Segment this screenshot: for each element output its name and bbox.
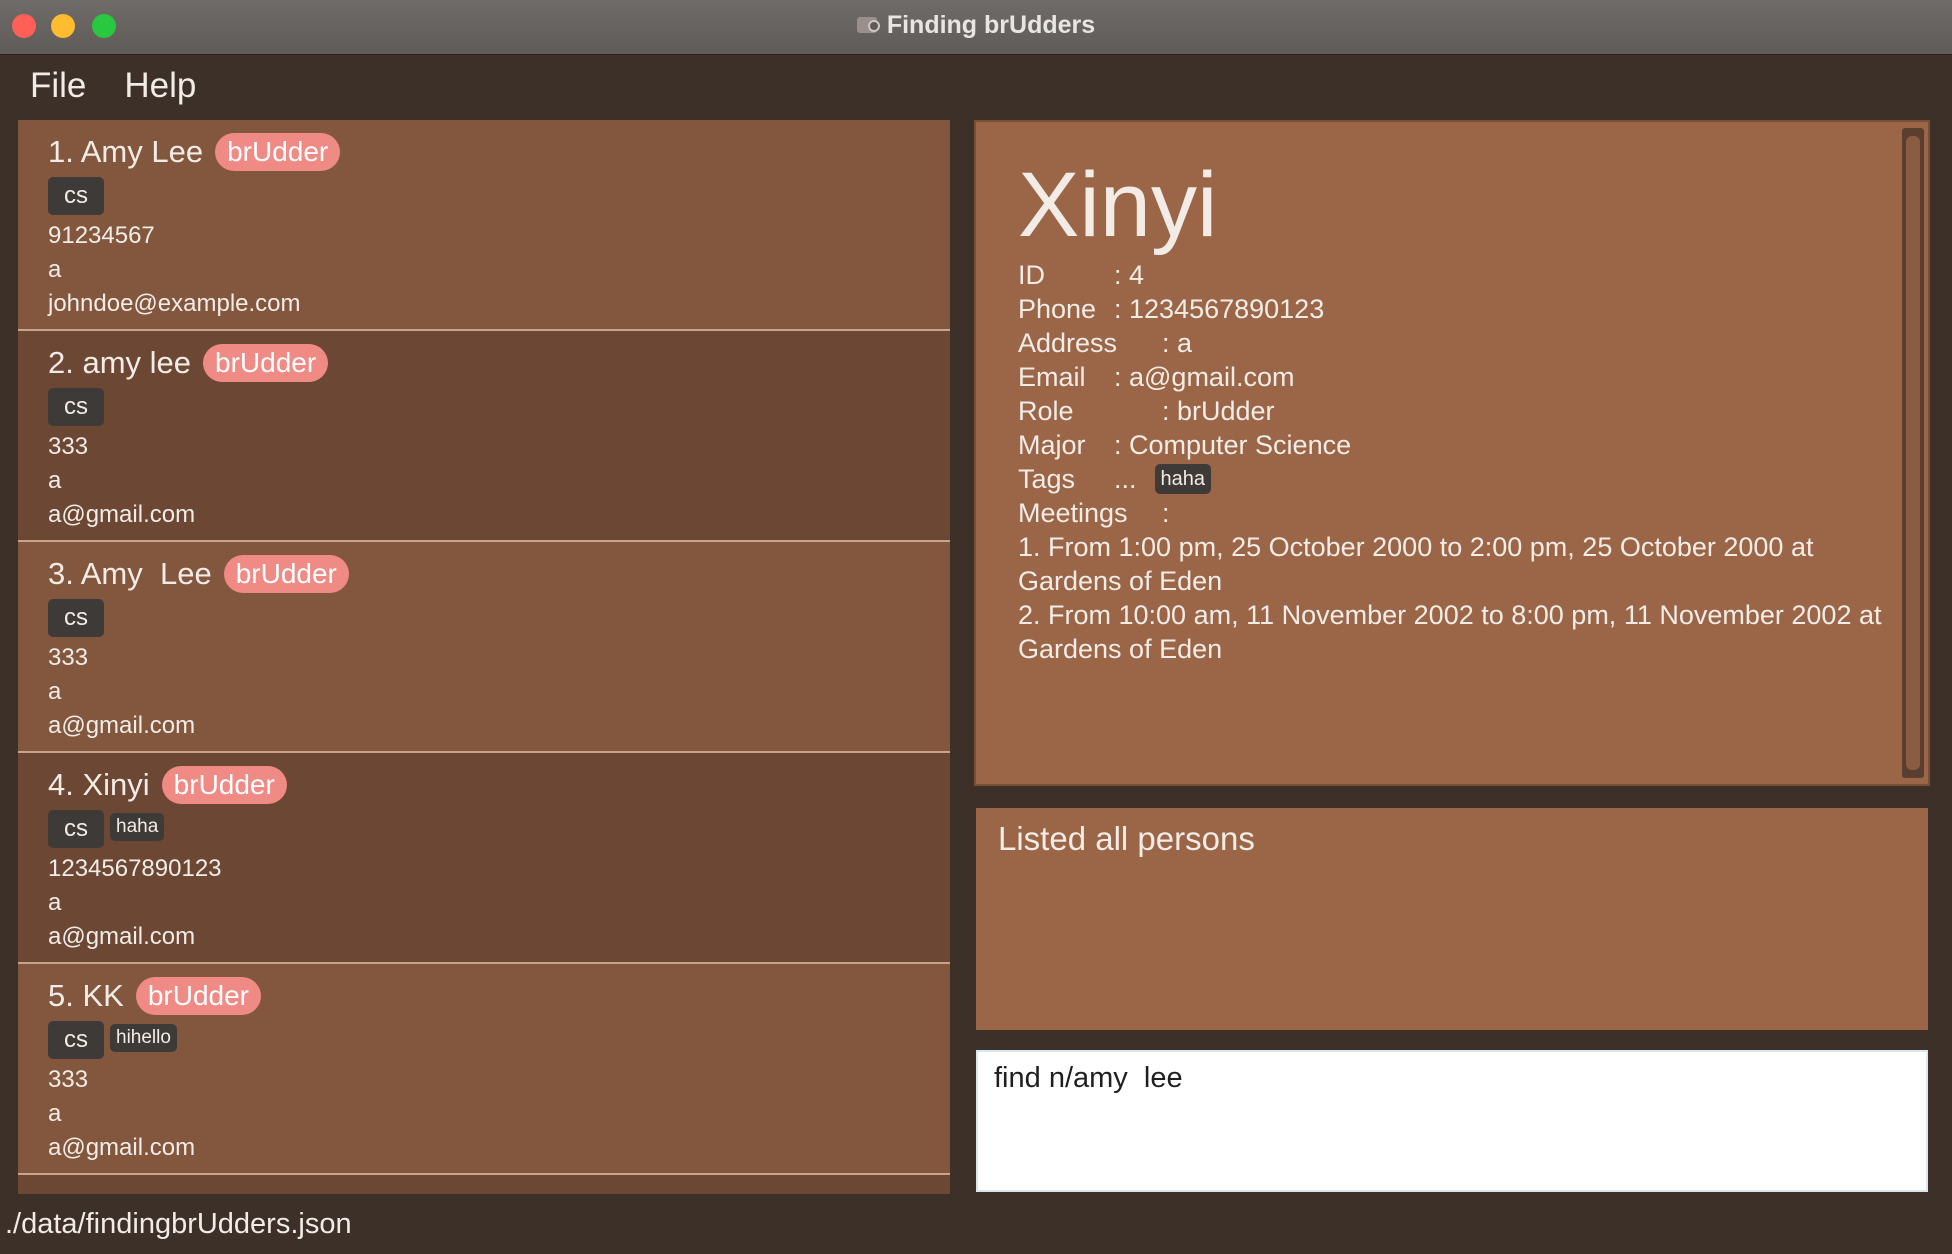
detail-role-label: Role <box>1018 396 1074 426</box>
person-email: johndoe@example.com <box>48 290 301 317</box>
person-name: 2. amy lee <box>48 345 192 380</box>
detail-tag: haha <box>1154 464 1212 494</box>
person-card[interactable]: 4. Xinyi brUdder cs haha 1234567890123 a… <box>18 753 950 964</box>
major-tag: cs <box>48 388 104 426</box>
person-name: 4. Xinyi <box>48 767 150 802</box>
detail-tags-row: Tags ... haha <box>1018 462 1898 496</box>
detail-role-row: Role : brUdder <box>1018 394 1898 428</box>
detail-address-row: Address : a <box>1018 326 1898 360</box>
person-email: a@gmail.com <box>48 923 196 950</box>
window-title: Finding brUdders <box>886 10 1096 39</box>
detail-email-value: : a@gmail.com <box>1114 362 1295 392</box>
person-phone: 333 <box>48 1066 89 1093</box>
role-badge: brUdder <box>215 133 341 171</box>
detail-phone-row: Phone : 1234567890123 <box>1018 292 1898 326</box>
menu-help[interactable]: Help <box>124 66 196 106</box>
person-email: a@gmail.com <box>48 712 196 739</box>
major-tag: cs <box>48 177 104 215</box>
command-input[interactable]: find n/amy lee <box>976 1050 1928 1192</box>
meeting-item: 2. From 10:00 am, 11 November 2002 to 8:… <box>1018 600 1882 664</box>
title-bar: Finding brUdders <box>0 0 1952 55</box>
detail-scrollbar[interactable] <box>1902 128 1924 778</box>
detail-major-label: Major <box>1018 430 1086 460</box>
major-tag: cs <box>48 810 104 848</box>
role-badge: brUdder <box>161 766 287 804</box>
person-email: a@gmail.com <box>48 1134 196 1161</box>
role-badge: brUdder <box>203 344 329 382</box>
person-card[interactable]: 3. Amy Lee brUdder cs 333 a a@gmail.com <box>18 542 950 753</box>
detail-address-value: : a <box>1162 328 1193 358</box>
menu-file[interactable]: File <box>30 66 86 106</box>
detail-name: Xinyi <box>1018 154 1218 256</box>
person-name: 3. Amy Lee <box>48 556 212 591</box>
detail-email-row: Email : a@gmail.com <box>1018 360 1898 394</box>
result-display: Listed all persons <box>976 808 1928 1030</box>
person-tag: hihello <box>110 1024 177 1052</box>
detail-address-label: Address <box>1018 328 1118 358</box>
detail-email-label: Email <box>1018 362 1086 392</box>
result-message: Listed all persons <box>998 820 1255 857</box>
detail-tags-label: Tags <box>1018 464 1076 494</box>
person-address: a <box>48 256 62 283</box>
detail-id-value: : 4 <box>1114 260 1145 290</box>
person-phone: 333 <box>48 433 89 460</box>
person-address: a <box>48 467 62 494</box>
detail-role-value: : brUdder <box>1162 396 1275 426</box>
person-email: a@gmail.com <box>48 501 196 528</box>
command-text: find n/amy lee <box>994 1062 1183 1094</box>
person-list[interactable]: 1. Amy Lee brUdder cs 91234567 a johndoe… <box>18 120 950 1194</box>
major-tag: cs <box>48 599 104 637</box>
person-detail-panel: Xinyi ID : 4 Phone : 1234567890123 Addre… <box>974 120 1930 786</box>
menu-bar: File Help <box>0 56 204 116</box>
detail-phone-value: : 1234567890123 <box>1114 294 1325 324</box>
detail-major-row: Major : Computer Science <box>1018 428 1898 462</box>
detail-meetings-separator: : <box>1162 498 1170 528</box>
detail-tags-separator: ... <box>1114 464 1137 494</box>
major-tag: cs <box>48 1021 104 1059</box>
person-card[interactable]: 5. KK brUdder cs hihello 333 a a@gmail.c… <box>18 964 950 1175</box>
detail-meetings-row: Meetings : <box>1018 496 1898 530</box>
person-name: 5. KK <box>48 978 124 1013</box>
person-phone: 91234567 <box>48 222 155 249</box>
person-card[interactable]: 2. amy lee brUdder cs 333 a a@gmail.com <box>18 331 950 542</box>
role-badge: brUdder <box>135 977 261 1015</box>
role-badge: brUdder <box>223 555 349 593</box>
person-name: 1. Amy Lee <box>48 134 204 169</box>
detail-id-row: ID : 4 <box>1018 258 1898 292</box>
detail-phone-label: Phone <box>1018 294 1097 324</box>
person-card[interactable]: 1. Amy Lee brUdder cs 91234567 a johndoe… <box>18 120 950 331</box>
detail-meetings-label: Meetings <box>1018 498 1128 528</box>
person-tag: haha <box>110 813 165 841</box>
person-phone: 1234567890123 <box>48 855 222 882</box>
detail-major-value: : Computer Science <box>1114 430 1352 460</box>
meeting-item: 1. From 1:00 pm, 25 October 2000 to 2:00… <box>1018 532 1814 596</box>
person-address: a <box>48 889 62 916</box>
detail-id-label: ID <box>1018 260 1045 290</box>
status-bar-file-path: ./data/findingbrUdders.json <box>5 1208 352 1240</box>
person-phone: 333 <box>48 644 89 671</box>
person-address: a <box>48 1100 62 1127</box>
detail-scroll-thumb[interactable] <box>1906 136 1920 770</box>
app-icon <box>856 17 880 33</box>
person-address: a <box>48 678 62 705</box>
